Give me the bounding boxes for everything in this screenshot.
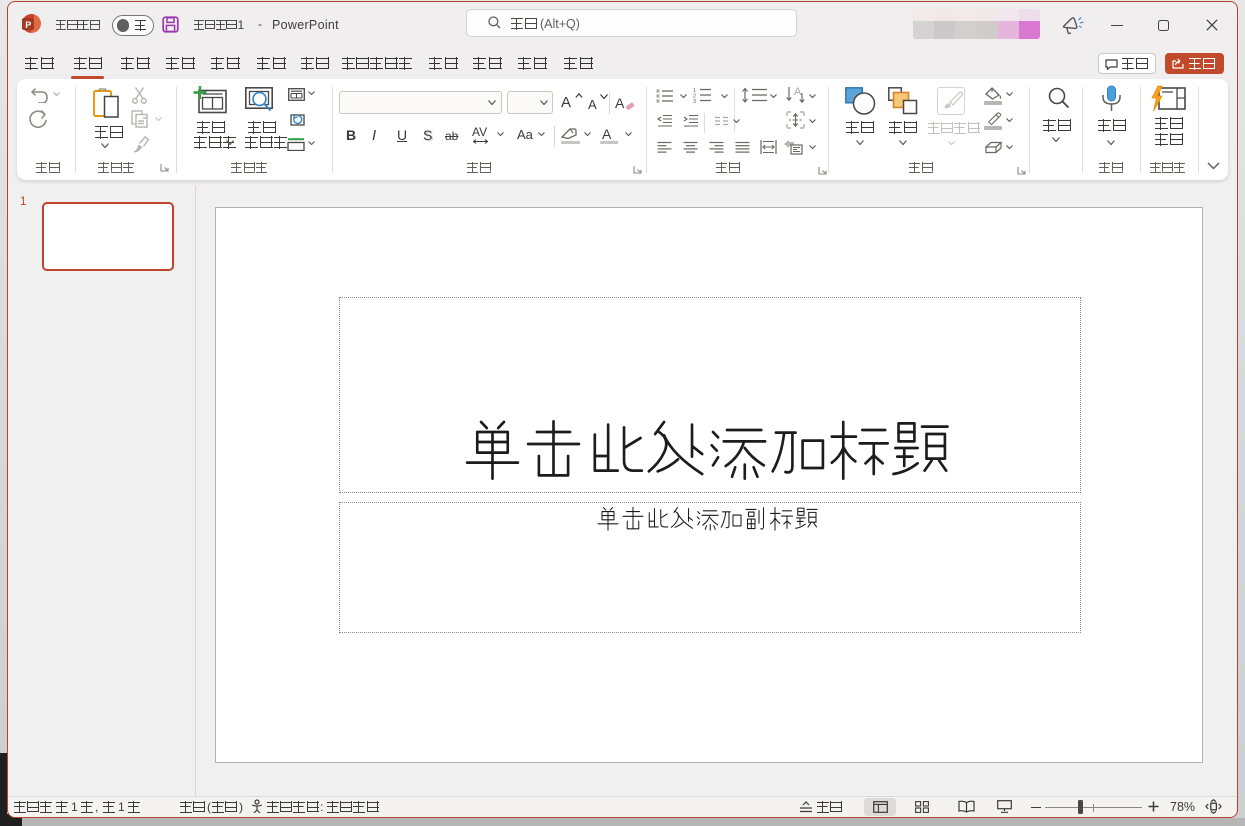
svg-text:3: 3 [693,99,696,103]
svg-text:A: A [794,86,802,98]
